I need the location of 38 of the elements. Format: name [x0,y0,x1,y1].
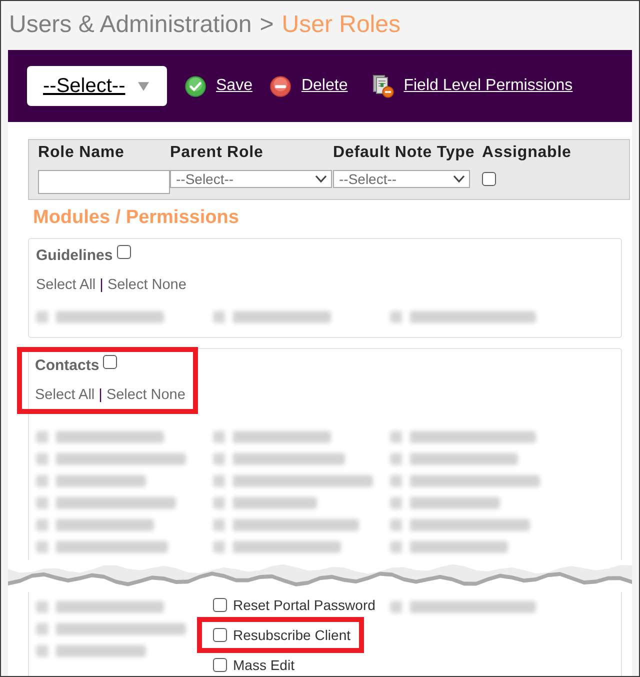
column-label: Assignable [482,143,572,163]
breadcrumb-link[interactable]: Users & Administration [9,11,252,38]
link-separator: | [100,277,104,293]
select-all-link[interactable]: Select All [36,277,96,293]
save-link[interactable]: Save [185,74,252,98]
select-none-link[interactable]: Select None [107,277,186,293]
delete-icon [270,76,292,96]
permission-checkbox[interactable] [213,658,227,672]
permission-checkbox[interactable] [213,628,227,642]
delete-link[interactable]: Delete [270,74,348,98]
document-icon [372,74,394,98]
column-label: Parent Role [170,143,264,163]
column-label: Default Note Type [333,143,476,163]
caret-icon [138,82,149,90]
module-title: Guidelines [36,246,113,266]
module-checkbox[interactable] [116,245,131,259]
assignable-checkbox[interactable] [482,172,496,186]
link-separator: | [98,387,102,403]
parent-role-select[interactable]: --Select-- [170,170,332,188]
module-checkbox[interactable] [103,355,118,369]
permission-label: Resubscribe Client [233,626,350,644]
column-label: Role Name [38,143,126,163]
role-select-dropdown[interactable]: --Select-- [27,66,167,106]
breadcrumb-separator: > [260,11,274,38]
chevron-icon [315,175,327,183]
save-icon [185,76,206,96]
permission-label: Mass Edit [233,656,294,674]
select-none-link[interactable]: Select None [106,387,186,403]
select-all-link[interactable]: Select All [35,387,95,403]
default-note-type-select[interactable]: --Select-- [333,170,470,188]
section-heading: Modules / Permissions [33,206,240,230]
field-level-permissions-link[interactable]: Field Level Permissions [372,74,573,98]
permission-label: Reset Portal Password [233,596,376,614]
chevron-icon [453,175,465,183]
permission-checkbox[interactable] [213,598,227,612]
module-title: Contacts [35,356,100,376]
page-title: User Roles [282,11,400,38]
role-name-field[interactable] [38,170,170,194]
